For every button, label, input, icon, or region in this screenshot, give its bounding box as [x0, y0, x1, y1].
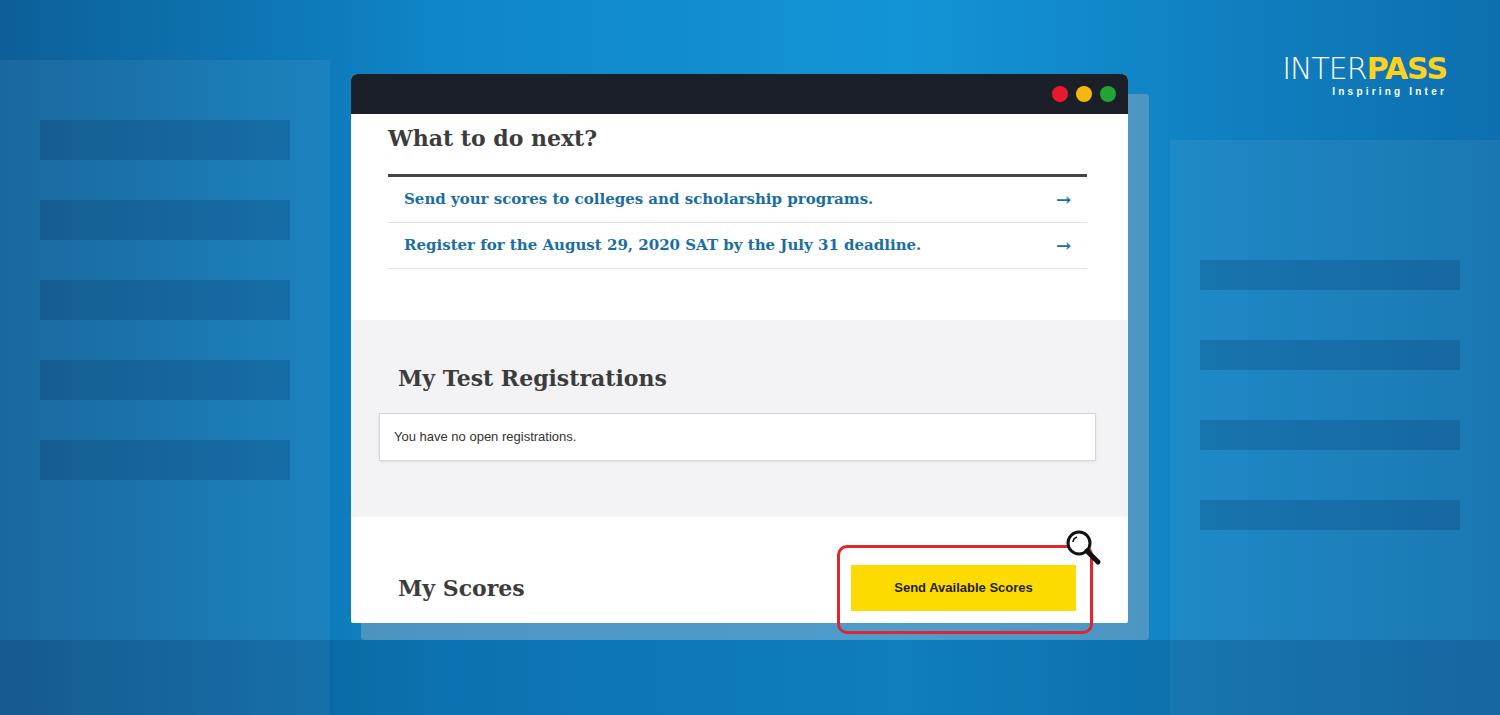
- window-control[interactable]: [1100, 86, 1116, 102]
- building-shape: [0, 640, 1500, 715]
- magnifier-icon: [1064, 528, 1102, 566]
- logo-primary: INTER: [1282, 51, 1366, 86]
- next-steps-title: What to do next?: [388, 124, 1087, 152]
- next-step-link[interactable]: Send your scores to colleges and scholar…: [388, 177, 1087, 223]
- building-shape: [40, 280, 290, 320]
- logo-tagline: Inspiring Inter: [1282, 87, 1447, 97]
- browser-window: What to do next? Send your scores to coll…: [351, 74, 1128, 623]
- next-steps-list: Send your scores to colleges and scholar…: [388, 174, 1087, 269]
- building-shape: [1200, 260, 1460, 290]
- building-shape: [40, 200, 290, 240]
- building-shape: [1200, 500, 1460, 530]
- window-control[interactable]: [1076, 86, 1092, 102]
- next-step-label: Register for the August 29, 2020 SAT by …: [404, 234, 921, 257]
- next-steps-section: What to do next? Send your scores to coll…: [351, 114, 1128, 320]
- registrations-message: You have no open registrations.: [394, 427, 576, 447]
- arrow-icon: →: [1056, 232, 1071, 259]
- logo-text: INTERPASS: [1282, 54, 1447, 84]
- title-bar: [351, 74, 1128, 114]
- highlight-outline: [837, 545, 1093, 634]
- scores-title: My Scores: [398, 574, 525, 602]
- building-shape: [40, 120, 290, 160]
- next-step-label: Send your scores to colleges and scholar…: [404, 188, 873, 211]
- background: INTERPASSInspiring InterWhat to do next?…: [0, 0, 1500, 715]
- logo: INTERPASSInspiring Inter: [1282, 54, 1447, 97]
- registrations-section: My Test Registrations You have no open re…: [351, 320, 1128, 517]
- send-scores-label: Send Available Scores: [894, 580, 1033, 595]
- registrations-box: You have no open registrations.: [379, 413, 1096, 461]
- building-shape: [40, 440, 290, 480]
- arrow-icon: →: [1056, 186, 1071, 213]
- building-shape: [1200, 420, 1460, 450]
- send-scores-button[interactable]: Send Available Scores: [851, 565, 1076, 611]
- building-shape: [40, 360, 290, 400]
- scores-section: My Scores Send Available Scores: [351, 517, 1128, 623]
- logo-accent: PASS: [1367, 51, 1447, 86]
- next-step-link[interactable]: Register for the August 29, 2020 SAT by …: [388, 223, 1087, 269]
- window-control[interactable]: [1052, 86, 1068, 102]
- registrations-title: My Test Registrations: [379, 364, 1096, 392]
- building-shape: [1200, 340, 1460, 370]
